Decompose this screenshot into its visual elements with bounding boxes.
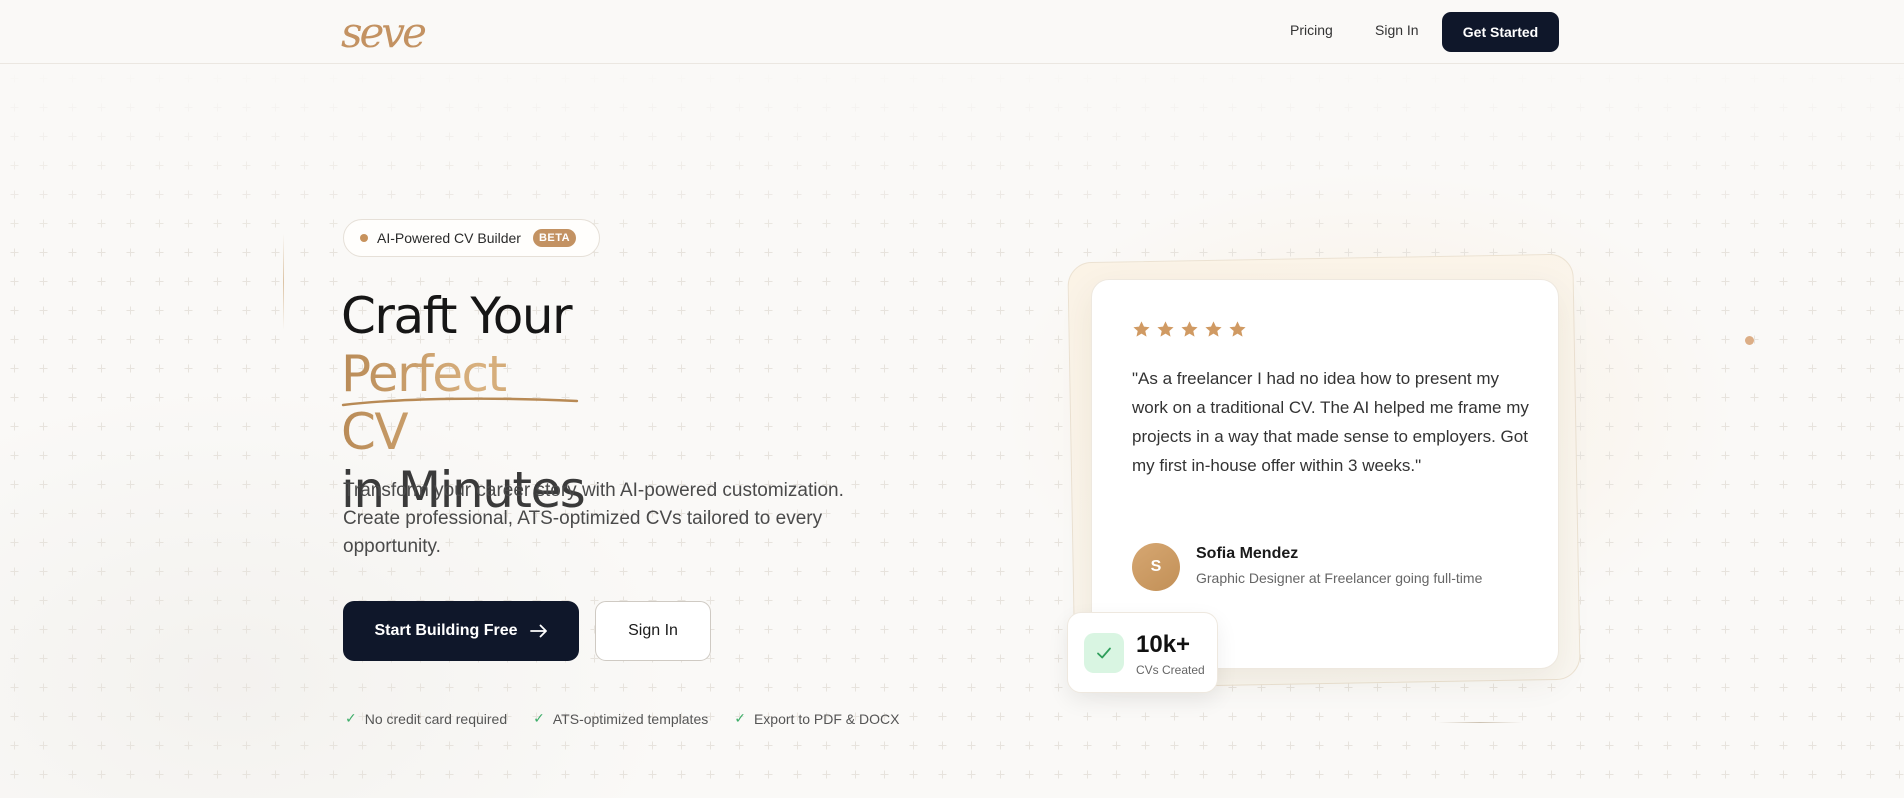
feature-text: ATS-optimized templates: [552, 710, 709, 727]
nav-pricing-link[interactable]: Pricing: [1290, 22, 1333, 38]
hero-subtitle: Transform your career story with AI-powe…: [343, 480, 844, 557]
badge-dot: [360, 234, 368, 242]
testimonial-quote: "As a freelancer I had no idea how to pr…: [1132, 369, 1529, 475]
feature-item: ✓ Export to PDF & DOCX: [734, 710, 899, 727]
stat-value: 10k+: [1136, 631, 1191, 658]
check-icon: [1084, 633, 1124, 673]
feature-text: No credit card required: [364, 710, 508, 727]
avatar: S: [1132, 543, 1180, 591]
cvs-created-stat-card: 10k+ CVs Created: [1067, 612, 1218, 693]
stat-label: CVs Created: [1136, 663, 1205, 677]
feature-list: ✓ No credit card required ✓ ATS-optimize…: [345, 710, 899, 727]
check-icon: ✓: [345, 710, 357, 726]
start-building-label: Start Building Free: [374, 622, 518, 639]
nav-sign-in-link[interactable]: Sign In: [1375, 22, 1419, 38]
rating-stars: [1132, 320, 1247, 339]
beta-tag: BETA: [532, 229, 577, 247]
check-icon: ✓: [533, 710, 545, 726]
feature-text: Export to PDF & DOCX: [753, 710, 900, 727]
ai-builder-badge: AI-Powered CV Builder BETA: [343, 219, 600, 257]
title-line-1: Craft Your: [341, 287, 573, 345]
decorative-dot: [1745, 336, 1754, 345]
get-started-button[interactable]: Get Started: [1442, 12, 1559, 52]
svg-text:seve: seve: [341, 10, 425, 54]
feature-item: ✓ No credit card required: [345, 710, 507, 727]
background-grid-pattern: [0, 64, 1904, 798]
author-name: Sofia Mendez: [1196, 545, 1299, 562]
star-icon: [1157, 321, 1174, 337]
feature-item: ✓ ATS-optimized templates: [533, 710, 708, 727]
badge-text: AI-Powered CV Builder: [377, 230, 521, 246]
decorative-line: [1438, 722, 1522, 723]
top-navbar: seve Pricing Sign In Get Started: [0, 0, 1904, 64]
star-icon: [1181, 321, 1198, 337]
decorative-line: [283, 234, 284, 330]
landing-page: seve Pricing Sign In Get Started AI-Powe…: [0, 0, 1904, 798]
start-building-free-button[interactable]: Start Building Free: [343, 601, 579, 661]
arrow-right-icon: [529, 624, 547, 638]
star-icon: [1133, 321, 1150, 337]
star-icon: [1205, 321, 1222, 337]
hero-sign-in-button[interactable]: Sign In: [595, 601, 711, 661]
check-icon: ✓: [734, 710, 746, 726]
testimonial-card: "As a freelancer I had no idea how to pr…: [1091, 279, 1559, 669]
seve-logo[interactable]: seve: [341, 10, 449, 54]
title-underline-swash: [341, 397, 579, 407]
author-role: Graphic Designer at Freelancer going ful…: [1196, 570, 1483, 586]
star-icon: [1229, 321, 1246, 337]
